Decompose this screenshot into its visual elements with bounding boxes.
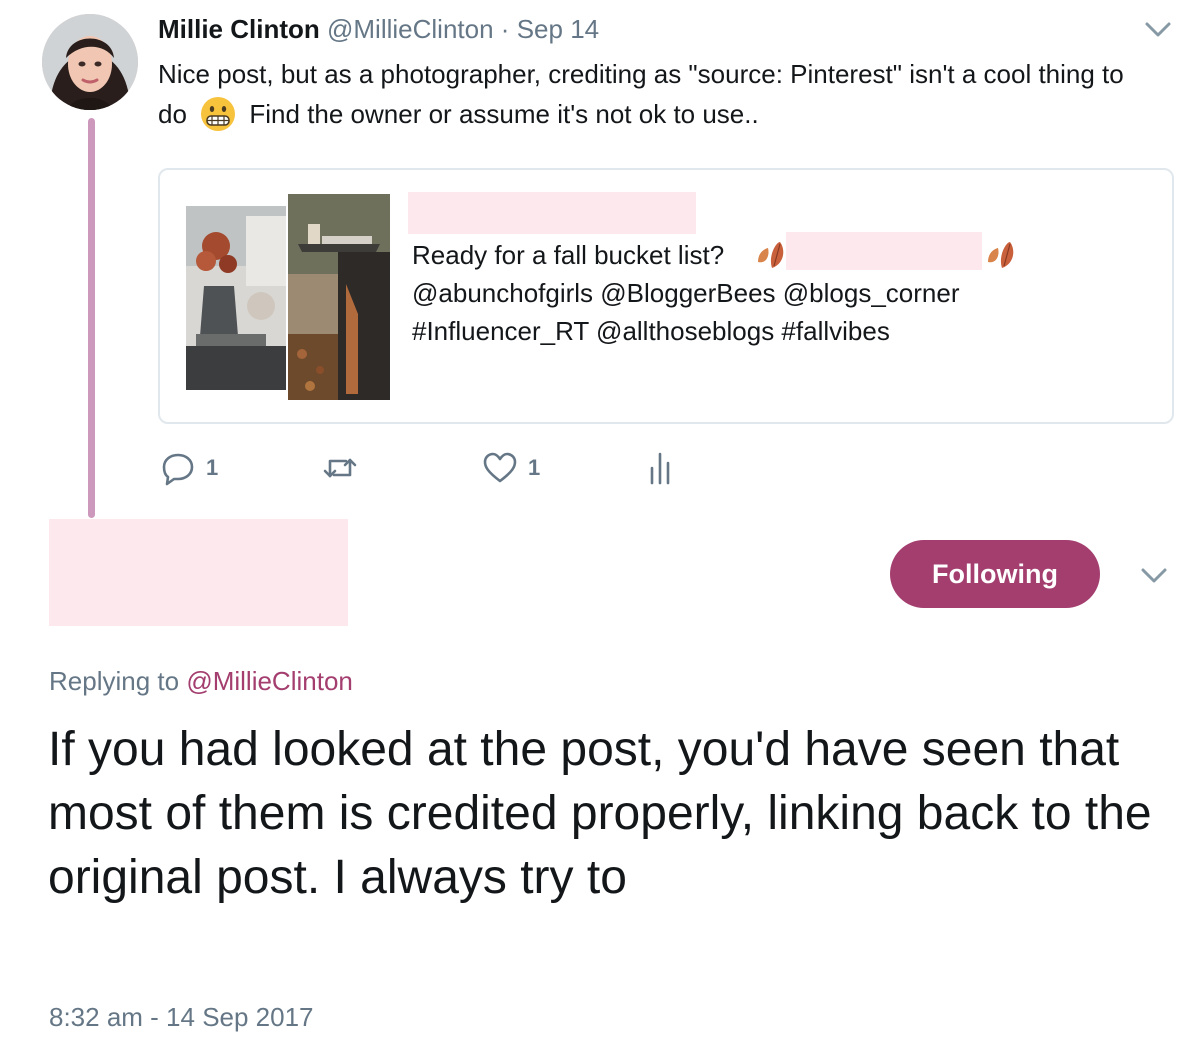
quoted-image-left <box>186 206 286 390</box>
author-handle[interactable]: @MillieClinton <box>327 14 494 44</box>
tweet-detail-page: Millie Clinton @MillieClinton · Sep 14 N… <box>0 0 1195 1051</box>
analytics-icon <box>650 452 670 485</box>
redacted-reply-author <box>49 519 348 626</box>
tweet-date[interactable]: Sep 14 <box>517 14 599 44</box>
redacted-mention <box>786 232 982 270</box>
reply-button[interactable]: 1 <box>160 448 218 488</box>
reply-count: 1 <box>206 455 219 480</box>
chevron-down-icon[interactable] <box>1140 566 1168 586</box>
reply-timestamp[interactable]: 8:32 am - 14 Sep 2017 <box>49 1000 314 1034</box>
redacted-quoted-author <box>408 192 696 234</box>
parent-tweet-header: Millie Clinton @MillieClinton · Sep 14 <box>158 14 599 44</box>
thread-connector-line <box>88 118 95 518</box>
replying-to-line: Replying to @MillieClinton <box>49 664 353 698</box>
replying-prefix: Replying to <box>49 666 180 696</box>
chevron-down-icon[interactable] <box>1144 20 1172 40</box>
retweet-icon <box>323 458 357 478</box>
quoted-text-line1: Ready for a fall bucket list? <box>412 240 725 270</box>
grimacing-face-icon <box>201 97 236 131</box>
replying-handle-link[interactable]: @MillieClinton <box>186 666 353 696</box>
avatar-image <box>42 14 138 110</box>
quoted-text-line3: #Influencer_RT @allthoseblogs #fallvibes <box>412 316 890 346</box>
tweet-text-part2: Find the owner or assume it's not ok to … <box>249 99 759 129</box>
quoted-text-line2: @abunchofgirls @BloggerBees @blogs_corne… <box>412 278 960 308</box>
quoted-image-right <box>288 194 390 400</box>
heart-icon <box>483 452 517 483</box>
quoted-tweet-card[interactable]: Ready for a fall bucket list? @abunchofg… <box>158 168 1174 424</box>
parent-tweet-text: Nice post, but as a photographer, credit… <box>158 54 1148 134</box>
author-avatar[interactable] <box>42 14 138 110</box>
header-separator: · <box>500 14 510 44</box>
reply-tweet-text: If you had looked at the post, you'd hav… <box>48 723 1152 904</box>
like-button[interactable]: 1 <box>482 448 540 488</box>
author-name[interactable]: Millie Clinton <box>158 14 320 44</box>
like-count: 1 <box>528 455 541 480</box>
reply-icon <box>162 453 194 486</box>
retweet-button[interactable] <box>322 448 358 488</box>
analytics-button[interactable] <box>642 448 678 488</box>
fallen-leaf-icon <box>758 242 784 268</box>
fallen-leaf-icon <box>988 242 1014 268</box>
following-button[interactable]: Following <box>890 540 1100 608</box>
